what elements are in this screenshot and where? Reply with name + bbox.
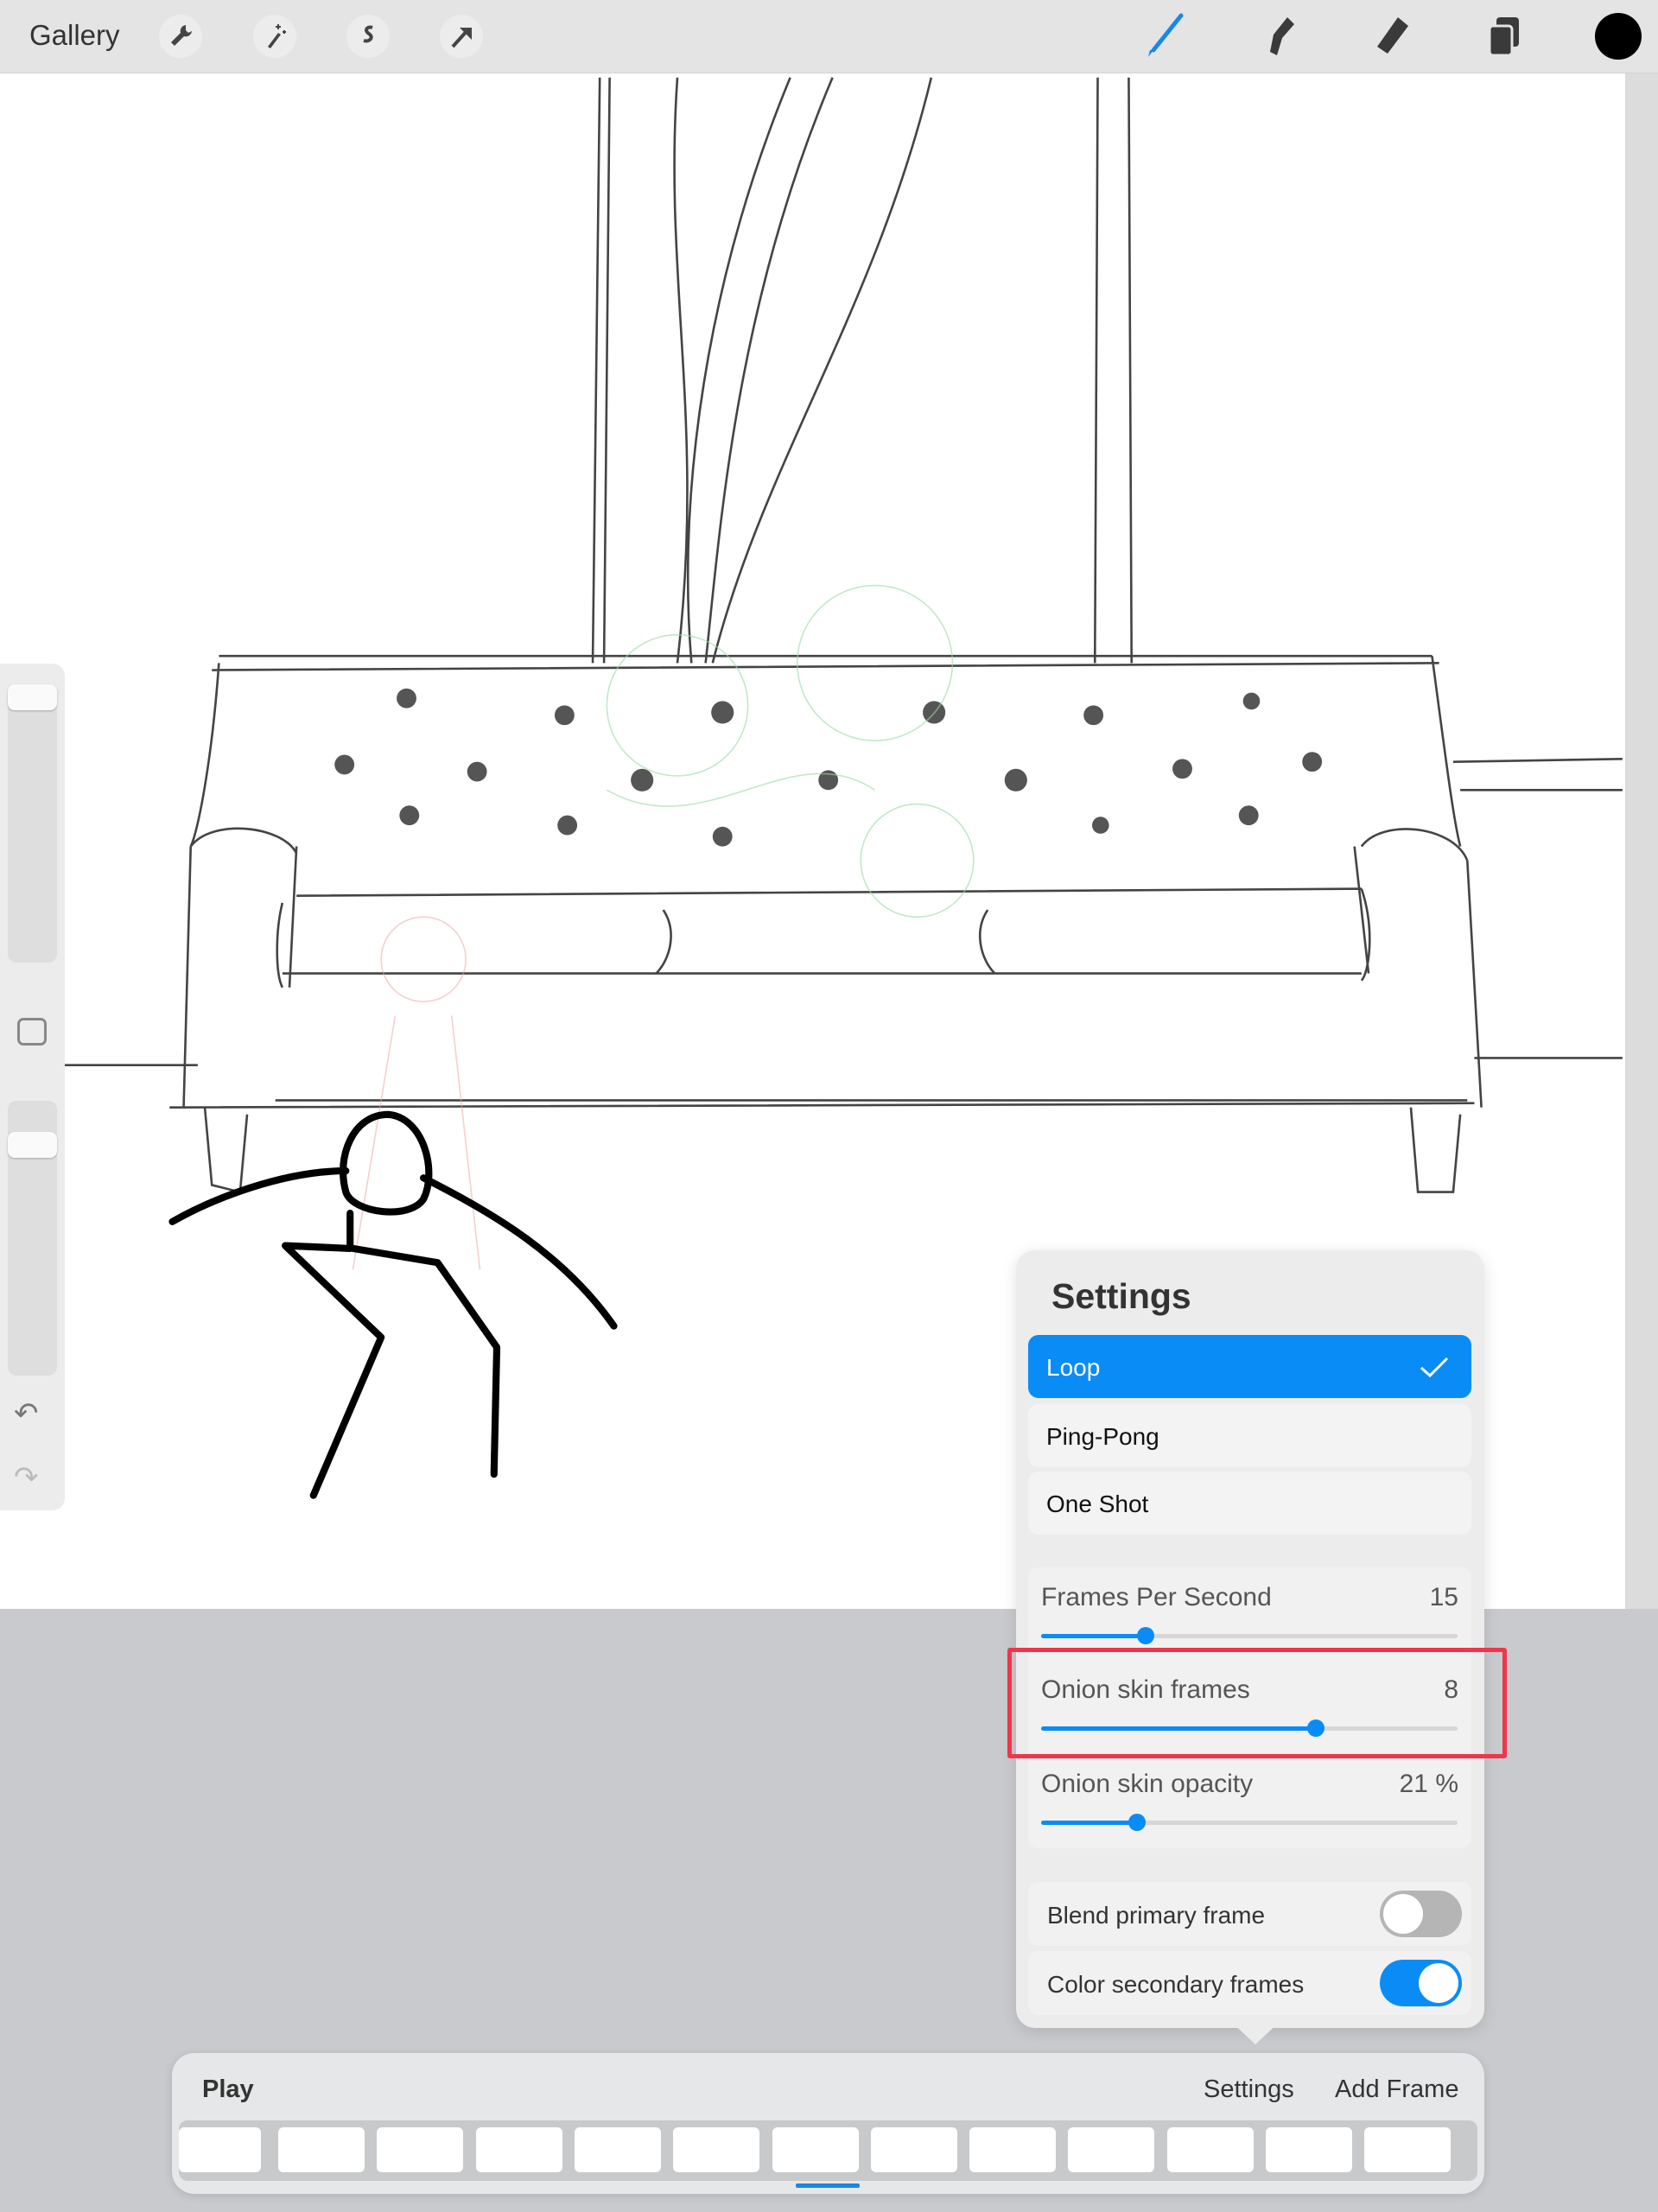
blend-primary-frame-row: Blend primary frame — [1028, 1882, 1471, 1946]
brush-opacity-slider[interactable] — [8, 1101, 57, 1376]
frame-thumbnail[interactable] — [1166, 2127, 1254, 2172]
gallery-button[interactable]: Gallery — [29, 19, 120, 52]
play-button[interactable]: Play — [202, 2075, 254, 2104]
fps-value: 15 — [1429, 1583, 1458, 1611]
toggle-label: Color secondary frames — [1047, 1971, 1305, 1998]
frame-thumbnail[interactable] — [673, 2127, 760, 2172]
frame-thumbnail[interactable] — [1364, 2127, 1452, 2172]
frame-thumbnail[interactable] — [969, 2127, 1057, 2172]
slider-fill — [1041, 1634, 1146, 1638]
selection-icon[interactable] — [346, 15, 390, 58]
magic-wand-icon[interactable] — [253, 15, 296, 58]
option-label: Loop — [1046, 1354, 1101, 1381]
frame-thumbnail[interactable] — [278, 2127, 365, 2172]
settings-title: Settings — [1051, 1276, 1191, 1316]
smudge-icon[interactable] — [1255, 12, 1303, 60]
frame-thumbnail[interactable] — [475, 2127, 562, 2172]
checkmark-icon — [1420, 1357, 1449, 1378]
top-toolbar: Gallery — [0, 0, 1658, 73]
wrench-icon[interactable] — [159, 15, 202, 58]
frame-thumbnail[interactable] — [1068, 2127, 1155, 2172]
frame-strip[interactable] — [179, 2120, 1477, 2181]
frame-thumbnail[interactable] — [574, 2127, 661, 2172]
frame-thumbnail[interactable] — [870, 2127, 957, 2172]
fps-slider[interactable] — [1041, 1627, 1458, 1644]
frame-thumbnail[interactable] — [179, 2127, 261, 2172]
onion-opacity-label: Onion skin opacity — [1041, 1770, 1254, 1798]
fps-label: Frames Per Second — [1041, 1583, 1272, 1611]
add-frame-button[interactable]: Add Frame — [1335, 2075, 1458, 2104]
slider-knob[interactable] — [1128, 1814, 1146, 1831]
toggle-knob — [1419, 1963, 1458, 2003]
redo-icon[interactable]: ↷ — [14, 1460, 39, 1495]
onion-opacity-slider[interactable] — [1041, 1814, 1458, 1831]
blend-primary-frame-toggle[interactable] — [1380, 1891, 1462, 1937]
highlight-box — [1007, 1648, 1507, 1758]
color-secondary-frames-toggle[interactable] — [1380, 1960, 1462, 2006]
brush-size-thumb[interactable] — [8, 684, 57, 710]
option-ping-pong[interactable]: Ping-Pong — [1028, 1404, 1471, 1467]
option-loop[interactable]: Loop — [1028, 1335, 1471, 1398]
undo-icon[interactable]: ↶ — [14, 1396, 39, 1431]
frame-thumbnail[interactable] — [772, 2127, 859, 2172]
option-label: Ping-Pong — [1046, 1423, 1159, 1450]
brush-icon[interactable] — [1141, 12, 1190, 60]
slider-knob[interactable] — [1136, 1627, 1154, 1644]
option-one-shot[interactable]: One Shot — [1028, 1471, 1471, 1535]
left-sidebar: ↶ ↷ — [0, 664, 65, 1510]
animation-timeline: Play Settings Add Frame — [172, 2053, 1484, 2194]
option-label: One Shot — [1046, 1491, 1149, 1517]
settings-popover: Settings Loop Ping-Pong One Shot Frames … — [1016, 1250, 1484, 2028]
popover-arrow — [1231, 2022, 1280, 2044]
brush-opacity-thumb[interactable] — [8, 1132, 57, 1158]
eraser-icon[interactable] — [1367, 12, 1415, 60]
color-swatch-icon[interactable] — [1594, 12, 1642, 60]
frame-thumbnail[interactable] — [377, 2127, 464, 2172]
transform-arrow-icon[interactable] — [440, 15, 483, 58]
layers-icon[interactable] — [1481, 12, 1529, 60]
current-frame-indicator — [796, 2183, 860, 2188]
brush-size-slider[interactable] — [8, 684, 57, 963]
color-secondary-frames-row: Color secondary frames — [1028, 1951, 1471, 2015]
modify-button[interactable] — [17, 1018, 47, 1046]
onion-opacity-value: 21 % — [1399, 1770, 1458, 1798]
frame-thumbnail[interactable] — [1266, 2127, 1352, 2172]
canvas-edge — [1625, 73, 1658, 1609]
toggle-knob — [1383, 1894, 1423, 1934]
timeline-settings-button[interactable]: Settings — [1204, 2075, 1294, 2104]
toggle-label: Blend primary frame — [1047, 1902, 1266, 1929]
slider-fill — [1041, 1821, 1137, 1825]
